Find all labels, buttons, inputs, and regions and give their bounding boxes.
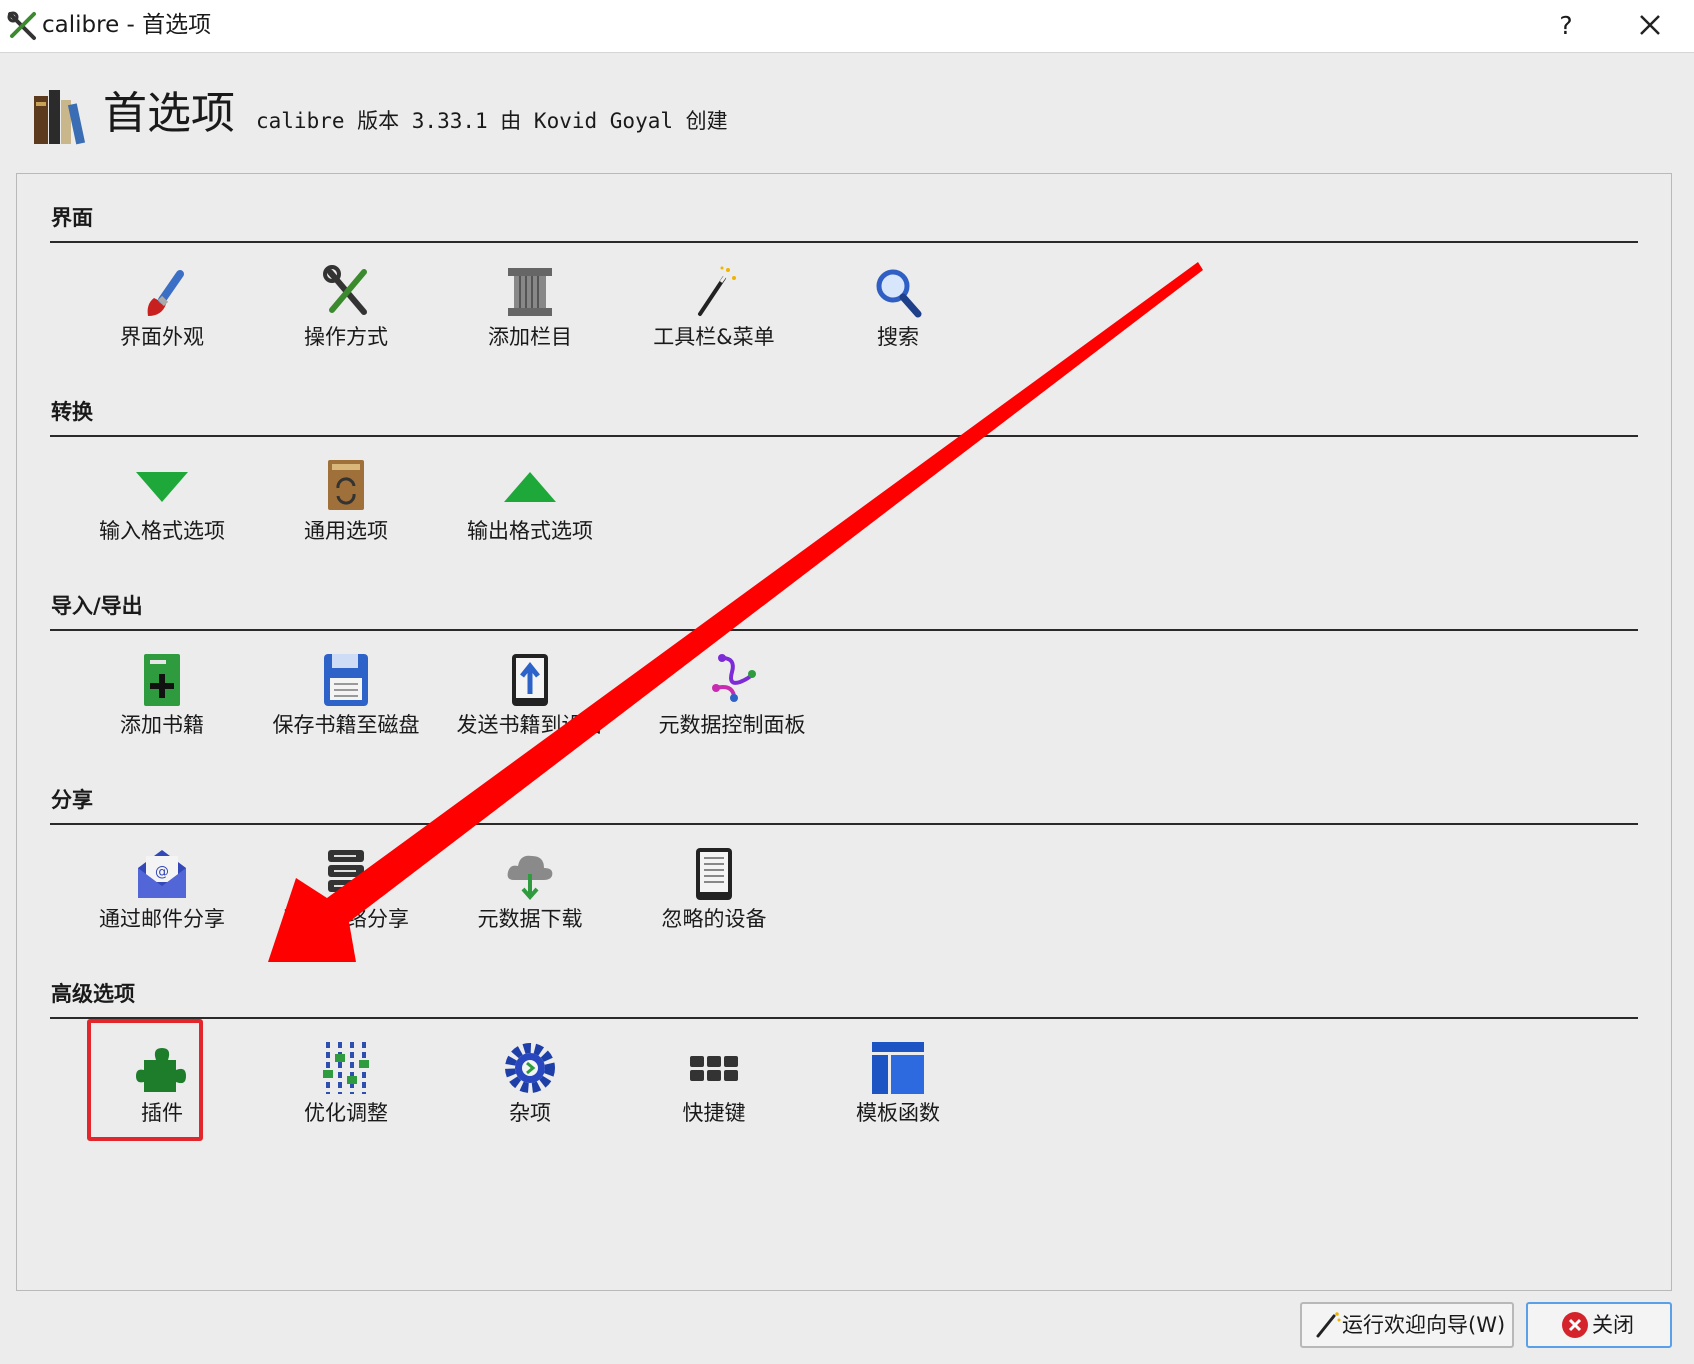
pref-item-label: 界面外观: [120, 325, 204, 349]
pref-item-search[interactable]: 搜索: [813, 264, 983, 376]
pref-item-behavior[interactable]: 操作方式: [261, 264, 431, 376]
pref-item-label: 通过网络分享: [283, 907, 409, 931]
section-divider: [50, 823, 1638, 825]
pref-item-label: 忽略的设备: [661, 907, 767, 931]
pref-item-metadata-download[interactable]: 元数据下载: [445, 846, 615, 958]
pref-item-label: 添加书籍: [120, 713, 204, 737]
search-icon: [876, 269, 922, 318]
book-convert-icon: [328, 460, 364, 510]
pref-item-input-options[interactable]: 输入格式选项: [77, 458, 247, 570]
preferences-panel: 界面 界面外观 操作方式 添加栏目 工具栏&菜单 搜索 转换 输入格式选项 通用…: [16, 173, 1672, 1291]
pref-item-label: 通过邮件分享: [99, 907, 225, 931]
pref-item-label: 杂项: [509, 1101, 551, 1125]
plugins-highlight-box: [87, 1019, 203, 1141]
send-to-device-icon: [512, 654, 548, 706]
floppy-disk-icon: [324, 654, 368, 706]
pref-item-common-options[interactable]: 通用选项: [261, 458, 431, 570]
paintbrush-icon: [147, 270, 184, 316]
section-divider: [50, 435, 1638, 437]
pref-item-look-and-feel[interactable]: 界面外观: [77, 264, 247, 376]
metadata-plugboard-icon: [712, 654, 756, 702]
version-subtitle: calibre 版本 3.33.1 由 Kovid Goyal 创建: [256, 109, 728, 133]
page-title: 首选项: [103, 88, 235, 139]
pref-item-shortcuts[interactable]: 快捷键: [629, 1040, 799, 1152]
pref-item-label: 保存书籍至磁盘: [272, 713, 420, 737]
server-icon: [328, 850, 364, 892]
pref-item-label: 输出格式选项: [467, 519, 593, 543]
close-circle-icon: [1562, 1312, 1588, 1338]
sliders-icon: [323, 1042, 369, 1094]
pref-item-send-to-device[interactable]: 发送书籍到设备: [445, 652, 615, 764]
pref-item-label: 搜索: [877, 325, 919, 349]
title-bar: calibre - 首选项 ?: [0, 0, 1694, 53]
calibre-books-logo: [34, 90, 86, 145]
section-divider: [50, 241, 1638, 243]
pref-item-label: 通用选项: [304, 519, 388, 543]
magic-wand-icon: [698, 266, 736, 316]
add-book-icon: [144, 654, 180, 706]
magic-wand-icon: [1316, 1312, 1341, 1338]
pref-item-label: 元数据下载: [477, 907, 583, 931]
pref-item-tweaks[interactable]: 优化调整: [261, 1040, 431, 1152]
pref-item-label: 模板函数: [856, 1101, 940, 1125]
gear-icon: [505, 1043, 555, 1093]
pref-item-template-functions[interactable]: 模板函数: [813, 1040, 983, 1152]
pref-item-miscellaneous[interactable]: 杂项: [445, 1040, 615, 1152]
pref-item-label: 输入格式选项: [99, 519, 225, 543]
pref-item-label: 操作方式: [304, 325, 388, 349]
pref-item-ignored-devices[interactable]: 忽略的设备: [629, 846, 799, 958]
close-label: 关闭: [1592, 1313, 1634, 1337]
pref-item-share-over-net[interactable]: 通过网络分享: [261, 846, 431, 958]
close-button[interactable]: 关闭: [1526, 1302, 1672, 1348]
arrow-down-icon: [136, 472, 188, 502]
pref-item-label: 快捷键: [682, 1101, 746, 1125]
window-title: calibre - 首选项: [42, 12, 212, 38]
pref-item-label: 发送书籍到设备: [456, 713, 604, 737]
email-icon: @: [138, 850, 186, 898]
pref-item-toolbars-menus[interactable]: 工具栏&菜单: [629, 264, 799, 376]
pref-item-metadata-plugboards[interactable]: 元数据控制面板: [647, 652, 817, 764]
section-title-conversion: 转换: [51, 400, 93, 424]
pref-item-add-columns[interactable]: 添加栏目: [445, 264, 615, 376]
cloud-download-icon: [507, 855, 553, 901]
template-icon: [872, 1042, 924, 1094]
pref-item-label: 工具栏&菜单: [653, 325, 775, 349]
section-divider: [50, 629, 1638, 631]
tools-icon: [323, 265, 367, 315]
svg-text:@: @: [155, 864, 169, 880]
section-title-sharing: 分享: [51, 788, 93, 812]
section-title-import-export: 导入/导出: [51, 594, 143, 618]
pref-item-save-to-disk[interactable]: 保存书籍至磁盘: [261, 652, 431, 764]
pref-item-adding-books[interactable]: 添加书籍: [77, 652, 247, 764]
window-close-icon[interactable]: [1630, 9, 1670, 43]
section-title-advanced: 高级选项: [51, 982, 135, 1006]
pref-item-share-by-email[interactable]: @ 通过邮件分享: [77, 846, 247, 958]
pref-item-label: 添加栏目: [488, 325, 572, 349]
section-divider: [50, 1017, 1638, 1019]
run-welcome-wizard-button[interactable]: 运行欢迎向导(W): [1300, 1302, 1514, 1348]
help-button[interactable]: ?: [1548, 9, 1584, 43]
column-icon: [508, 268, 552, 316]
pref-item-label: 优化调整: [304, 1101, 388, 1125]
ereader-icon: [696, 848, 732, 900]
wizard-label: 运行欢迎向导(W): [1342, 1313, 1506, 1337]
section-title-interface: 界面: [51, 206, 93, 230]
arrow-up-icon: [504, 472, 556, 502]
pref-item-output-options[interactable]: 输出格式选项: [445, 458, 615, 570]
calibre-tools-icon: [7, 11, 36, 40]
keyboard-icon: [690, 1056, 738, 1081]
pref-item-label: 元数据控制面板: [658, 713, 806, 737]
